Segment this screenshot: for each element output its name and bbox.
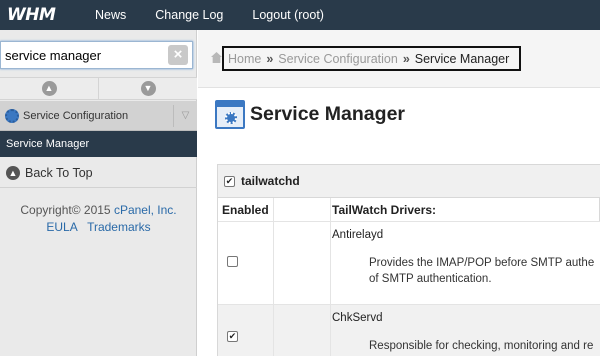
tailwatchd-checkbox[interactable]: ✔ <box>224 175 235 187</box>
copyright: Copyright© 2015 cPanel, Inc. <box>0 203 197 217</box>
breadcrumb-home[interactable]: Home <box>228 52 261 66</box>
logo-text: WHM <box>7 5 56 25</box>
top-nav: News Change Log Logout (root) <box>80 8 353 22</box>
column-drivers: TailWatch Drivers: <box>332 203 437 217</box>
collapse-controls: ▲ ▼ <box>0 77 197 100</box>
table-row: ✔ ChkServd Responsible for checking, mon… <box>218 305 600 356</box>
table-row: Antirelayd Provides the IMAP/POP before … <box>218 222 600 305</box>
collapse-up-button[interactable]: ▲ <box>0 78 98 99</box>
gear-icon <box>5 108 19 123</box>
cpanel-link[interactable]: cPanel, Inc. <box>114 203 177 217</box>
trademarks-link[interactable]: Trademarks <box>87 220 151 234</box>
search-input[interactable] <box>5 45 165 65</box>
back-to-top-link[interactable]: ▲ Back To Top <box>0 158 197 188</box>
breadcrumb: Home » Service Configuration » Service M… <box>222 46 522 71</box>
table-header: Enabled TailWatch Drivers: <box>218 198 600 222</box>
breadcrumb-separator: » <box>266 51 274 66</box>
collapse-down-button[interactable]: ▼ <box>98 78 197 99</box>
back-to-top-label: Back To Top <box>25 165 93 180</box>
spacer-cell <box>274 305 331 356</box>
sidebar-section-service-configuration[interactable]: Service Configuration ▽ <box>0 101 197 131</box>
sidebar: × ▲ ▼ Service Configuration ▽ Service Ma… <box>0 30 197 356</box>
sidebar-section-label: Service Configuration <box>23 109 129 122</box>
driver-description-cont: of SMTP authentication. <box>369 273 492 285</box>
chevron-down-icon: ▼ <box>140 81 156 96</box>
chkservd-checkbox[interactable]: ✔ <box>227 331 238 342</box>
footer-links: EULA Trademarks <box>0 220 197 234</box>
nav-logout-link[interactable]: Logout (root) <box>252 8 324 22</box>
breadcrumb-current: Service Manager <box>414 51 510 66</box>
panel-header: ✔ tailwatchd <box>218 165 600 198</box>
page-title: Service Manager <box>250 103 406 125</box>
nav-news-link[interactable]: News <box>95 8 126 22</box>
close-icon[interactable]: × <box>168 45 188 65</box>
breadcrumb-separator: » <box>402 51 410 66</box>
breadcrumb-service-configuration[interactable]: Service Configuration <box>278 52 398 66</box>
column-spacer <box>274 198 331 222</box>
page-header: Service Manager <box>215 100 405 129</box>
antirelayd-checkbox[interactable] <box>227 256 238 267</box>
arrow-up-icon: ▲ <box>6 165 20 180</box>
driver-name: Antirelayd <box>332 229 384 241</box>
spacer-cell <box>274 222 331 304</box>
top-navbar: WHM News Change Log Logout (root) <box>0 0 600 30</box>
tailwatchd-panel: ✔ tailwatchd Enabled TailWatch Drivers: … <box>217 164 600 356</box>
copyright-text: Copyright© 2015 <box>20 203 111 217</box>
driver-description: Responsible for checking, monitoring and… <box>369 340 594 352</box>
nav-changelog-link[interactable]: Change Log <box>155 8 223 22</box>
home-icon <box>211 52 222 63</box>
sidebar-item-service-manager[interactable]: Service Manager <box>0 131 197 157</box>
main-content: Home » Service Configuration » Service M… <box>198 30 600 356</box>
breadcrumb-bar: Home » Service Configuration » Service M… <box>198 30 600 88</box>
service-manager-icon <box>215 100 245 129</box>
driver-description: Provides the IMAP/POP before SMTP authe <box>369 257 595 269</box>
panel-title: tailwatchd <box>241 174 300 188</box>
column-enabled: Enabled <box>218 198 274 222</box>
sidebar-search: × <box>0 41 193 69</box>
chevron-down-icon[interactable]: ▽ <box>173 105 197 127</box>
whm-logo[interactable]: WHM <box>0 0 80 30</box>
driver-name: ChkServd <box>332 312 383 324</box>
enabled-cell: ✔ <box>218 305 274 356</box>
eula-link[interactable]: EULA <box>46 220 77 234</box>
chevron-up-icon: ▲ <box>41 81 57 96</box>
enabled-cell <box>218 222 274 304</box>
